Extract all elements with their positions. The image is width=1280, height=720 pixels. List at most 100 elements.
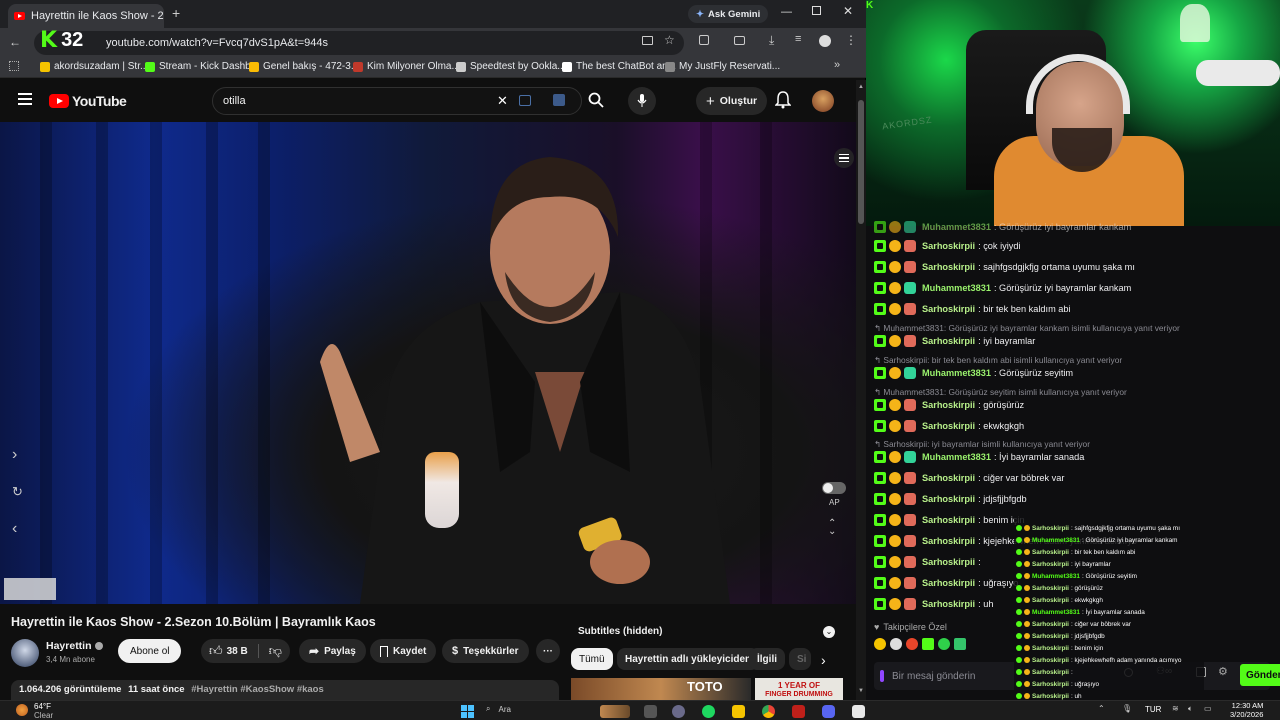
chrome-icon[interactable]	[762, 705, 775, 718]
file-explorer-icon[interactable]	[732, 705, 745, 718]
search-icon[interactable]	[588, 92, 604, 108]
chat-username[interactable]: Sarhoskirpii	[922, 473, 975, 483]
media-control-icon[interactable]: ≡	[795, 33, 801, 45]
task-view-icon[interactable]	[644, 705, 657, 718]
chat-message[interactable]: Sarhoskirpii: benim için	[874, 511, 1025, 529]
apps-grid-icon[interactable]	[9, 61, 19, 71]
keyboard-icon[interactable]	[519, 95, 531, 106]
battery-icon[interactable]: ▭	[1204, 704, 1212, 713]
previous-chevron-icon[interactable]: ‹	[12, 520, 17, 538]
save-button[interactable]: Kaydet	[370, 639, 437, 663]
bookmark-item[interactable]: My JustFly Reservati...	[665, 61, 780, 72]
bookmarks-overflow-icon[interactable]: »	[834, 59, 840, 71]
share-button[interactable]: ➦ Paylaş	[299, 639, 366, 663]
bookmark-item[interactable]: Speedtest by Ookla...	[456, 61, 566, 72]
bookmark-item[interactable]: The best ChatBot an...	[562, 61, 676, 72]
chat-message[interactable]: Sarhoskirpii: çok iyiydi	[874, 237, 1021, 255]
thanks-button[interactable]: $ Teşekkürler	[442, 639, 529, 663]
taskbar-app-1-icon[interactable]	[672, 705, 685, 718]
scrollbar-thumb[interactable]	[858, 100, 864, 224]
chat-message[interactable]: Sarhoskirpii:	[874, 553, 981, 571]
expand-collapse-icon[interactable]: ⌃ ⌄	[828, 519, 836, 537]
chat-message[interactable]: Sarhoskirpii: bir tek ben kaldım abi	[874, 300, 1071, 318]
chat-message[interactable]: Sarhoskirpii: sajhfgsdgjkfjg ortama uyum…	[874, 258, 1135, 276]
chat-username[interactable]: Sarhoskirpii	[922, 262, 975, 272]
chip-related[interactable]: İlgili	[749, 648, 785, 670]
taskbar-widget-thumbnail[interactable]	[600, 705, 630, 718]
window-close-icon[interactable]: ✕	[843, 4, 853, 18]
chat-username[interactable]: Sarhoskirpii	[922, 400, 975, 410]
chip-partial[interactable]: Si	[789, 648, 811, 670]
spotify-icon[interactable]	[702, 705, 715, 718]
subtitles-dropdown-icon[interactable]: ⌄	[823, 626, 835, 638]
account-avatar[interactable]	[812, 90, 834, 112]
replay-icon[interactable]: ↻	[12, 484, 23, 500]
chat-username[interactable]: Sarhoskirpii	[922, 304, 975, 314]
youtube-logo[interactable]: YouTube	[49, 93, 127, 109]
chat-username[interactable]: Sarhoskirpii	[922, 421, 975, 431]
thumbs-down-icon[interactable]: 👎︎	[269, 643, 282, 659]
clear-search-icon[interactable]: ✕	[497, 93, 508, 109]
input-language[interactable]: TUR	[1145, 705, 1161, 714]
chat-username[interactable]: Sarhoskirpii	[922, 599, 975, 609]
ask-gemini-button[interactable]: ✦ Ask Gemini	[688, 5, 769, 23]
like-dislike-group[interactable]: 👍︎ 38 B 👎︎	[201, 639, 290, 663]
emote-6-icon[interactable]	[954, 638, 966, 650]
hamburger-menu-icon[interactable]	[18, 93, 32, 105]
chat-username[interactable]: Muhammet3831	[922, 368, 991, 378]
channel-name-row[interactable]: Hayrettin	[46, 640, 103, 652]
discord-icon[interactable]	[822, 705, 835, 718]
autoplay-toggle[interactable]	[822, 482, 846, 494]
weather-widget[interactable]: 64°F Clear	[34, 702, 53, 720]
chat-message[interactable]: Sarhoskirpii: jdjsfjjbfgdb	[874, 490, 1027, 508]
chat-username[interactable]: Muhammet3831	[922, 222, 991, 232]
chip-all[interactable]: Tümü	[571, 648, 613, 670]
scroll-down-arrow-icon[interactable]: ▼	[858, 688, 864, 694]
page-scrollbar[interactable]: ▲ ▼	[856, 80, 866, 700]
extensions-icon[interactable]	[699, 35, 709, 45]
download-icon[interactable]: ⤓	[769, 33, 774, 48]
cast-icon[interactable]	[642, 36, 653, 45]
recommended-thumbnail-2[interactable]: 1 YEAR OF FINGER DRUMMING	[755, 678, 843, 700]
chat-username[interactable]: Sarhoskirpii	[922, 336, 975, 346]
chat-username[interactable]: Muhammet3831	[922, 283, 991, 293]
taskbar-app-2-icon[interactable]	[852, 705, 865, 718]
chat-message[interactable]: Muhammet3831: Görüşürüz iyi bayramlar ka…	[874, 218, 1131, 236]
tray-overflow-icon[interactable]: ⌃	[1098, 704, 1105, 713]
emote-1-icon[interactable]	[874, 638, 886, 650]
emote-2-icon[interactable]	[890, 638, 902, 650]
tray-mic-icon[interactable]: 🎙︎	[1122, 704, 1132, 713]
bookmark-item[interactable]: Genel bakış - 472-3...	[249, 61, 359, 72]
chat-username[interactable]: Muhammet3831	[922, 452, 991, 462]
translate-icon[interactable]	[553, 94, 565, 106]
split-view-icon[interactable]	[734, 36, 745, 45]
emote-row[interactable]	[874, 638, 966, 650]
chat-message[interactable]: Sarhoskirpii: ciğer var böbrek var	[874, 469, 1064, 487]
create-button[interactable]: + Oluştur	[696, 87, 768, 115]
wifi-icon[interactable]: ≋	[1172, 704, 1179, 713]
search-input[interactable]: otilla ✕	[212, 87, 582, 115]
chat-username[interactable]: Sarhoskirpii	[922, 536, 975, 546]
new-tab-button[interactable]: +	[172, 5, 180, 21]
emote-5-icon[interactable]	[938, 638, 950, 650]
chat-message[interactable]: Muhammet3831: Görüşürüz iyi bayramlar ka…	[874, 279, 1131, 297]
tab-youtube[interactable]: Hayrettin ile Kaos Show - 2. 🔊 ✕	[8, 4, 164, 28]
profile-avatar-icon[interactable]	[819, 35, 831, 47]
clock[interactable]: 12:30 AM 3/20/2026	[1230, 701, 1263, 719]
channel-avatar[interactable]	[11, 639, 39, 667]
chat-username[interactable]: Sarhoskirpii	[922, 515, 975, 525]
chip-from-uploader[interactable]: Hayrettin adlı yükleyiciden	[617, 648, 760, 670]
windows-start-icon[interactable]	[461, 705, 474, 718]
next-chevron-icon[interactable]: ›	[12, 446, 17, 464]
chat-settings-gear-icon[interactable]: ⚙	[1218, 665, 1228, 678]
weather-icon[interactable]	[16, 704, 28, 716]
back-arrow-icon[interactable]: ←	[9, 35, 21, 49]
emote-3-icon[interactable]	[906, 638, 918, 650]
notifications-bell-icon[interactable]	[775, 91, 791, 109]
bookmark-item[interactable]: Stream - Kick Dashb...	[145, 61, 259, 72]
more-actions-button[interactable]: ···	[536, 639, 560, 663]
chat-username[interactable]: Sarhoskirpii	[922, 241, 975, 251]
chips-next-chevron-icon[interactable]: ›	[821, 652, 826, 668]
scroll-up-arrow-icon[interactable]: ▲	[858, 84, 864, 90]
address-bar[interactable]: youtube.com/watch?v=Fvcq7dvS1pA&t=944s	[34, 31, 684, 55]
